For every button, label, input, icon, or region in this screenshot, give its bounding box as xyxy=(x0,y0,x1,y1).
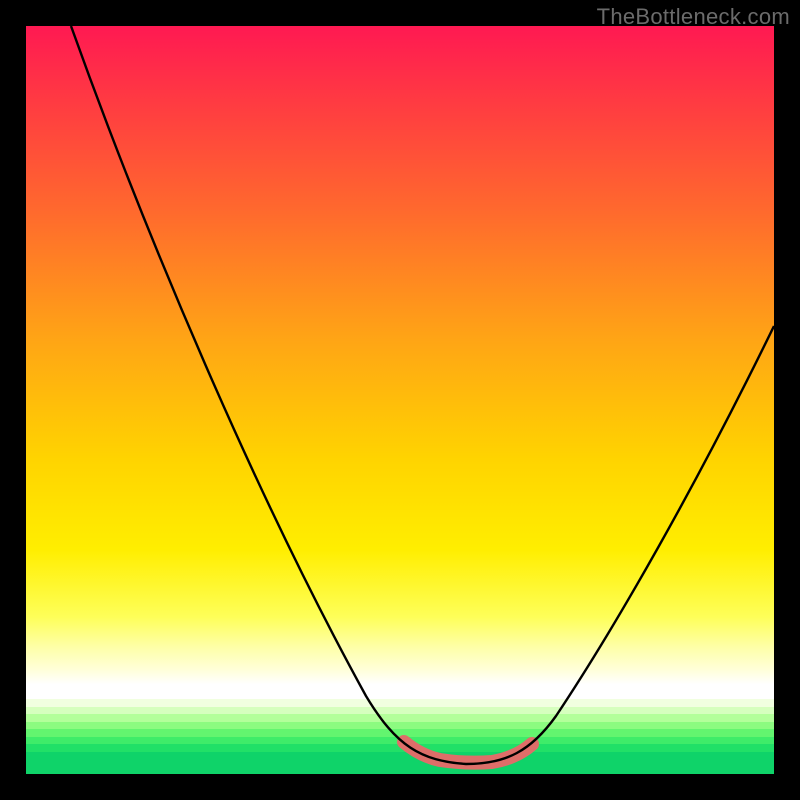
bottleneck-curve xyxy=(26,26,774,774)
curve-line xyxy=(71,26,774,764)
chart-frame: TheBottleneck.com xyxy=(0,0,800,800)
curve-highlight xyxy=(404,742,532,763)
plot-area xyxy=(26,26,774,774)
